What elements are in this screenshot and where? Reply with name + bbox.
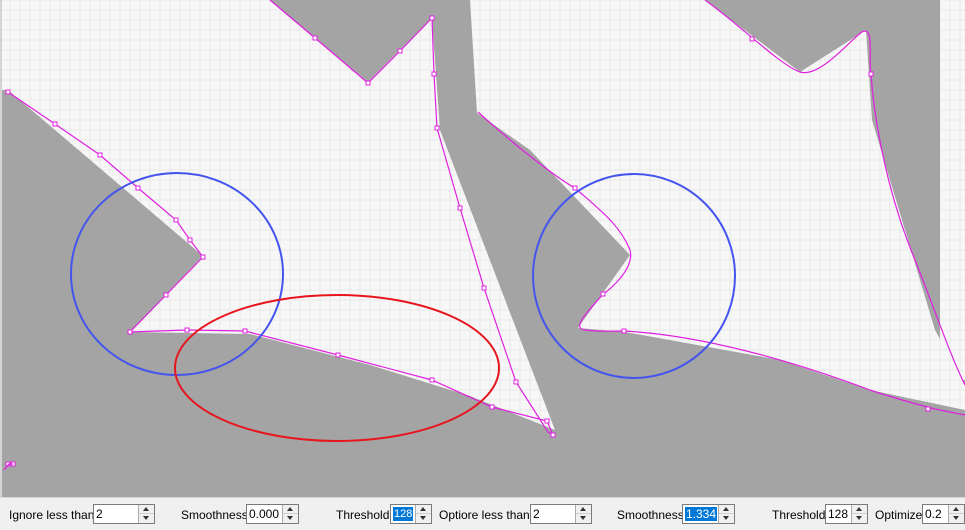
optiore-less-than-spinbox[interactable]: 2 bbox=[530, 504, 592, 524]
trace-settings-toolbar: Ignore less than 2 Smoothness 0.000 Thre… bbox=[0, 497, 965, 530]
spin-down-icon[interactable] bbox=[719, 514, 734, 523]
spin-up-icon[interactable] bbox=[576, 505, 591, 514]
spin-up-icon[interactable] bbox=[283, 505, 298, 514]
optiore-less-than-label: Optiore less than bbox=[439, 508, 530, 522]
right-smoothness-spinbox[interactable]: 1.334 bbox=[682, 504, 735, 524]
vector-trace-canvas[interactable] bbox=[0, 0, 965, 497]
ignore-less-than-value[interactable]: 2 bbox=[96, 507, 103, 521]
window-edge bbox=[0, 0, 2, 497]
spin-down-icon[interactable] bbox=[139, 514, 154, 523]
left-threshold-label: Threshold bbox=[336, 508, 390, 522]
spin-up-icon[interactable] bbox=[852, 505, 867, 514]
ignore-less-than-spinbox[interactable]: 2 bbox=[93, 504, 155, 524]
spin-down-icon[interactable] bbox=[852, 514, 867, 523]
spin-down-icon[interactable] bbox=[949, 514, 964, 523]
left-threshold-spinbox[interactable]: 128 bbox=[390, 504, 432, 524]
right-smoothness-label: Smoothness bbox=[617, 508, 684, 522]
optimize-value[interactable]: 0.2 bbox=[925, 507, 942, 521]
optiore-less-than-value[interactable]: 2 bbox=[533, 507, 540, 521]
optimize-spinbox[interactable]: 0.2 bbox=[922, 504, 965, 524]
left-threshold-value[interactable]: 128 bbox=[393, 507, 414, 521]
pixel-grid-overlay bbox=[0, 0, 965, 497]
right-smoothness-value[interactable]: 1.334 bbox=[685, 507, 718, 521]
right-threshold-label: Threshold bbox=[772, 508, 826, 522]
ignore-less-than-label: Ignore less than bbox=[9, 508, 95, 522]
right-threshold-spinbox[interactable]: 128 bbox=[825, 504, 868, 524]
spin-down-icon[interactable] bbox=[416, 514, 431, 523]
spin-down-icon[interactable] bbox=[576, 514, 591, 523]
spin-up-icon[interactable] bbox=[719, 505, 734, 514]
spin-down-icon[interactable] bbox=[283, 514, 298, 523]
left-smoothness-value[interactable]: 0.000 bbox=[249, 507, 279, 521]
spin-up-icon[interactable] bbox=[139, 505, 154, 514]
spin-up-icon[interactable] bbox=[416, 505, 431, 514]
optimize-label: Optimize bbox=[875, 508, 923, 522]
right-threshold-value[interactable]: 128 bbox=[828, 507, 848, 521]
trace-preview-svg bbox=[0, 0, 965, 497]
left-smoothness-label: Smoothness bbox=[181, 508, 248, 522]
left-smoothness-spinbox[interactable]: 0.000 bbox=[246, 504, 299, 524]
spin-up-icon[interactable] bbox=[949, 505, 964, 514]
